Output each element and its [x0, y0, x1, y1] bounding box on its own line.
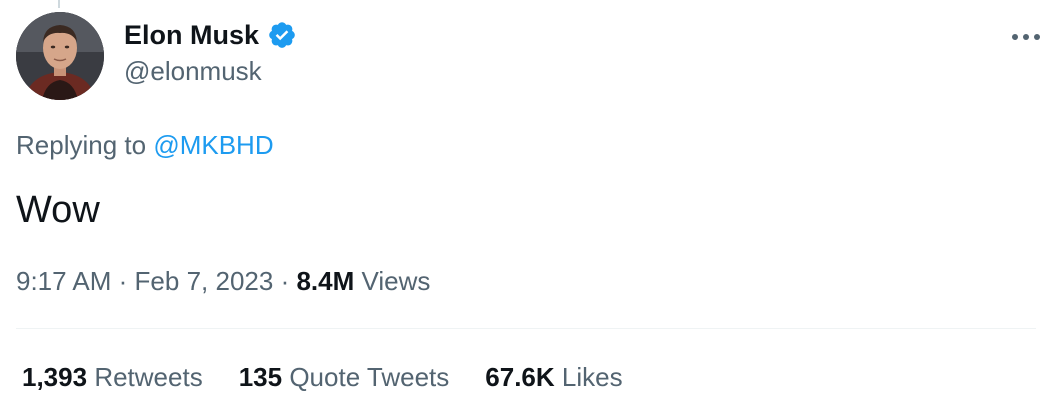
tweet-meta: 9:17 AM · Feb 7, 2023 · 8.4M Views	[16, 264, 430, 298]
reply-mention-link[interactable]: @MKBHD	[153, 130, 273, 160]
retweets-count: 1,393	[22, 362, 88, 392]
quote-tweets-label: Quote Tweets	[289, 362, 450, 392]
meta-separator: ·	[280, 266, 290, 296]
more-options-button[interactable]	[1008, 22, 1044, 52]
more-horizontal-icon	[1012, 34, 1040, 40]
author-name-row: Elon Musk	[124, 18, 297, 52]
author-handle[interactable]: @elonmusk	[124, 54, 262, 88]
verified-badge-icon[interactable]	[267, 20, 297, 50]
replying-to-line: Replying to @MKBHD	[16, 128, 274, 162]
avatar[interactable]	[16, 12, 104, 100]
quote-tweets-count: 135	[238, 362, 283, 392]
views-label: Views	[361, 266, 431, 296]
tweet-time[interactable]: 9:17 AM	[16, 266, 111, 296]
likes-label: Likes	[561, 362, 623, 392]
likes-stat[interactable]: 67.6K Likes	[485, 360, 622, 394]
tweet-text: Wow	[16, 189, 100, 231]
views-count: 8.4M	[296, 266, 355, 296]
thread-connector-line	[58, 0, 60, 8]
avatar-image	[16, 12, 104, 100]
tweet-date[interactable]: Feb 7, 2023	[135, 266, 274, 296]
meta-separator: ·	[118, 266, 128, 296]
replying-to-label: Replying to	[16, 130, 147, 160]
divider	[16, 328, 1036, 329]
retweets-stat[interactable]: 1,393 Retweets	[22, 360, 203, 394]
author-display-name[interactable]: Elon Musk	[124, 18, 259, 52]
likes-count: 67.6K	[485, 362, 555, 392]
retweets-label: Retweets	[94, 362, 203, 392]
quote-tweets-stat[interactable]: 135 Quote Tweets	[239, 360, 450, 394]
tweet-stats: 1,393 Retweets 135 Quote Tweets 67.6K Li…	[22, 360, 623, 394]
